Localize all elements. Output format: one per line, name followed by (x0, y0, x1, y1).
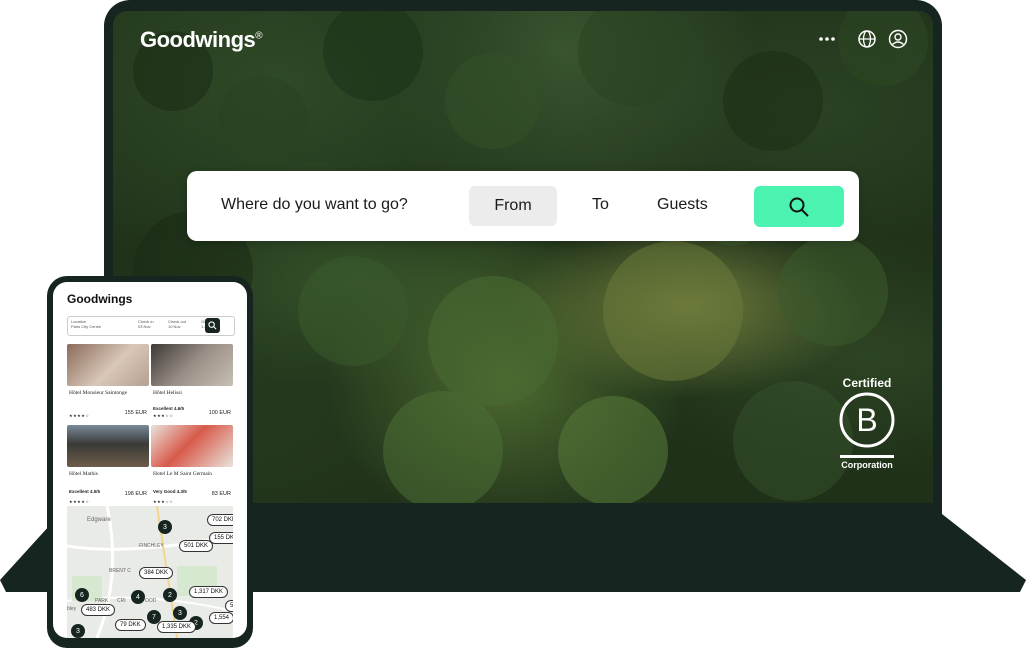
phone-frame: Goodwings Location Paris City Centre Chec… (47, 276, 253, 648)
hotel-rating: Excellent 4.6/5 (153, 406, 185, 411)
mobile-search-button[interactable] (205, 318, 220, 333)
map-cluster-marker[interactable]: 2 (163, 588, 177, 602)
map-cluster-marker[interactable]: 3 (158, 520, 172, 534)
mobile-checkout-field[interactable]: Check out 10 Nov (168, 319, 186, 329)
b-corp-divider (840, 455, 894, 458)
map-cluster-marker[interactable]: 3 (173, 606, 187, 620)
map-price-marker[interactable]: 1,335 DKK (157, 621, 197, 633)
hotel-card[interactable]: Hôtel Monsieur Saintonge ★★★★☆ 155 EUR (67, 344, 149, 418)
hotel-rating: Very Good 4.3/5 (153, 489, 187, 494)
hotel-name: Hôtel Mathis (69, 471, 98, 477)
hotel-stars: ★★★★☆ (69, 499, 90, 504)
hotel-card[interactable]: Hôtel Mathis Excellent 4.5/5 ★★★★☆ 198 E… (67, 425, 149, 504)
hotel-name: Hotel Le M Saint Germain (153, 471, 212, 477)
map-place-label: OOD (145, 598, 157, 604)
map-place-label: FINCHLEY (139, 543, 164, 549)
b-corp-badge: Certified B Corporation (835, 376, 899, 470)
hotel-card[interactable]: Hotel Le M Saint Germain Very Good 4.3/5… (151, 425, 233, 504)
search-icon (789, 197, 809, 217)
search-button[interactable] (754, 186, 844, 227)
b-corp-logo: B (839, 392, 895, 448)
to-date-field[interactable]: To (592, 196, 609, 214)
hotel-name: Hôtel Helissi (153, 390, 182, 396)
hotel-photo (151, 344, 233, 386)
map-price-marker[interactable]: 483 DKK (81, 604, 116, 616)
map-price-marker[interactable]: 501 DKK (179, 540, 214, 552)
user-icon[interactable] (888, 29, 908, 54)
map-price-marker[interactable]: 1,317 DKK (189, 586, 229, 598)
hotel-stars: ★★★☆☆ (153, 499, 174, 504)
map-cluster-marker[interactable]: 3 (71, 624, 85, 638)
brand-logo[interactable]: Goodwings® (140, 27, 263, 53)
map-place-label: bley (67, 606, 77, 612)
hotel-name: Hôtel Monsieur Saintonge (69, 390, 128, 396)
hotel-stars: ★★★☆☆ (153, 413, 174, 418)
hotel-price: 155 EUR (124, 410, 147, 416)
mobile-brand-logo[interactable]: Goodwings (67, 292, 132, 306)
map-price-marker[interactable]: 5 (225, 600, 233, 612)
hotel-price: 198 EUR (124, 491, 147, 497)
globe-icon[interactable] (857, 29, 877, 54)
map-price-marker[interactable]: 384 DKK (139, 567, 174, 579)
hotel-price: 100 EUR (208, 410, 231, 416)
map-place-label: Edgware (87, 517, 111, 523)
hotel-price: 83 EUR (211, 491, 231, 497)
hotel-photo (67, 425, 149, 467)
map-place-label: BRENT C (109, 568, 131, 574)
more-icon[interactable] (817, 29, 837, 54)
b-corp-corporation-label: Corporation (841, 460, 893, 470)
map-price-marker[interactable]: 79 DKK (115, 619, 146, 631)
mobile-location-field[interactable]: Location Paris City Centre (71, 319, 101, 329)
svg-text:B: B (856, 402, 877, 438)
hotel-photo (67, 344, 149, 386)
b-corp-certified-label: Certified (842, 376, 892, 390)
from-date-field[interactable]: From (469, 186, 557, 226)
map-price-marker[interactable]: 155 DK (209, 532, 233, 544)
map-cluster-marker[interactable]: 4 (131, 590, 145, 604)
guests-field[interactable]: Guests (657, 196, 708, 214)
map-price-marker[interactable]: 1,554 (209, 612, 233, 624)
search-bar: Where do you want to go? From To Guests (187, 171, 859, 241)
mobile-checkin-field[interactable]: Check in 03 Nov (138, 319, 154, 329)
destination-input[interactable]: Where do you want to go? (221, 196, 408, 214)
hotel-photo (151, 425, 233, 467)
hotel-stars: ★★★★☆ (69, 413, 90, 418)
map-price-marker[interactable]: 702 DKK (207, 514, 233, 526)
map-cluster-marker[interactable]: 6 (75, 588, 89, 602)
map-view[interactable]: Edgware FINCHLEY BRENT C PARK CRI OOD bl… (67, 506, 233, 638)
map-place-label: CRI (117, 598, 126, 604)
phone-screen: Goodwings Location Paris City Centre Chec… (53, 282, 247, 638)
hotel-rating: Excellent 4.5/5 (69, 489, 101, 494)
hotel-card[interactable]: Hôtel Helissi Excellent 4.6/5 ★★★☆☆ 100 … (151, 344, 233, 418)
search-icon (208, 321, 217, 330)
